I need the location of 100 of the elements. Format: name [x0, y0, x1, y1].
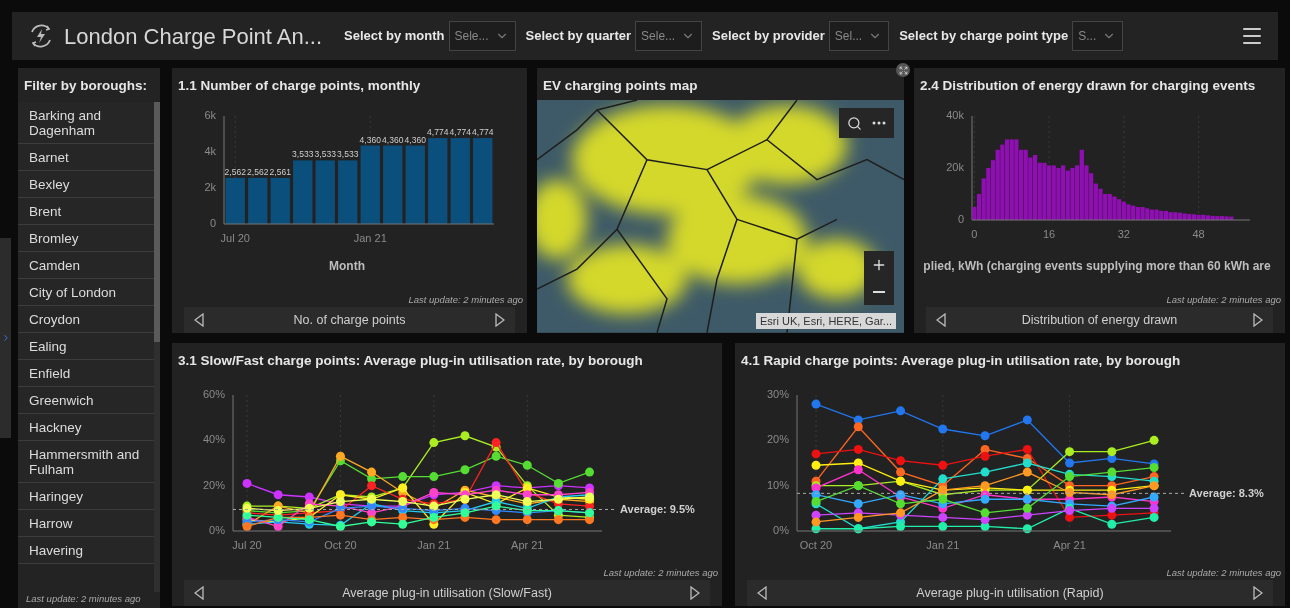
panel-title: 4.1 Rapid charge points: Average plug-in utilisation rate, by borough — [740, 352, 1182, 370]
value-label: 4,360 — [382, 134, 404, 145]
triangle-right-icon — [1253, 586, 1263, 600]
point — [896, 499, 906, 509]
value-label: 3,533 — [337, 149, 359, 160]
expand-button[interactable] — [896, 63, 910, 77]
point — [460, 465, 470, 475]
footer-label: Average plug-in utilisation (Slow/Fast) — [342, 584, 552, 602]
axis-label: Jan 21 — [926, 539, 960, 552]
point — [980, 467, 990, 477]
axis-label: Jan 21 — [417, 539, 451, 552]
triangle-left-icon — [936, 313, 946, 327]
axis-label: 32 — [1117, 228, 1130, 241]
axis-label: 20% — [202, 478, 225, 491]
next-button[interactable] — [1253, 313, 1263, 327]
search-button[interactable] — [847, 115, 862, 131]
axis-label: 60% — [202, 388, 225, 401]
point — [460, 431, 470, 441]
triangle-left-icon — [194, 586, 204, 600]
average-label: Average: 9.5% — [620, 503, 695, 516]
point — [1149, 463, 1159, 473]
next-button[interactable] — [1253, 586, 1263, 600]
point — [811, 517, 821, 527]
side-panel-toggle[interactable] — [0, 238, 11, 438]
last-update-text: Last update: 2 minutes ago — [1166, 292, 1281, 307]
point — [896, 456, 906, 466]
footer-label: Distribution of energy drawn — [1021, 311, 1178, 329]
point — [1022, 504, 1032, 514]
minus-icon — [873, 290, 885, 293]
next-button[interactable] — [690, 586, 700, 600]
axis-label: 0% — [209, 524, 225, 537]
triangle-right-icon — [690, 586, 700, 600]
filter-label: Select by quarter — [525, 27, 632, 46]
triangle-right-icon — [1253, 313, 1263, 327]
triangle-left-icon — [757, 586, 767, 600]
panel-title: 2.4 Distribution of energy drawn for charging events — [919, 77, 1257, 95]
chart-bar — [248, 178, 268, 225]
zoom-out-button[interactable] — [864, 278, 894, 305]
point — [853, 422, 863, 432]
previous-button[interactable] — [194, 586, 204, 600]
value-label: 3,533 — [314, 149, 336, 160]
axis-label: 10% — [766, 478, 789, 491]
map-attribution: Esri UK, Esri, HERE, Gar... — [755, 313, 896, 329]
axis-title: Month — [329, 259, 365, 274]
next-button[interactable] — [495, 313, 505, 327]
axis-label: 0 — [209, 217, 216, 230]
value-label: 2,562 — [247, 167, 269, 178]
point — [553, 515, 563, 525]
axis-label: Oct 20 — [324, 539, 357, 552]
panel-title: EV charging points map — [542, 77, 699, 95]
axis-label: Apr 21 — [511, 539, 544, 552]
axis-label: Apr 21 — [1053, 539, 1086, 552]
point — [367, 467, 377, 477]
axis-label: Jul 20 — [232, 539, 262, 552]
point — [896, 406, 906, 416]
more-button[interactable] — [872, 121, 886, 126]
chart-bar — [225, 178, 245, 225]
footer-label: No. of charge points — [293, 311, 406, 329]
ellipsis-icon — [872, 121, 886, 126]
point — [980, 495, 990, 505]
value-label: 4,774 — [472, 127, 494, 138]
value-label: 4,360 — [359, 134, 381, 145]
point — [938, 495, 948, 505]
point — [811, 461, 821, 471]
filter-dropdown[interactable]: Sele... — [635, 21, 703, 51]
filter-label: Select by provider — [712, 27, 825, 46]
point — [938, 513, 948, 523]
zoom-in-button[interactable] — [864, 251, 894, 278]
filter-dropdown[interactable]: Sele... — [448, 21, 516, 51]
axis-label: 0 — [971, 228, 978, 241]
point — [1149, 436, 1159, 446]
point — [811, 399, 821, 409]
point — [1149, 504, 1159, 514]
previous-button[interactable] — [936, 313, 946, 327]
axis-label: 20k — [946, 161, 964, 174]
point — [811, 449, 821, 459]
point — [1022, 458, 1032, 468]
previous-button[interactable] — [757, 586, 767, 600]
axis-label: 4k — [204, 145, 216, 158]
point — [1107, 447, 1117, 457]
axis-label: Jul 20 — [220, 232, 250, 245]
footer-label: Average plug-in utilisation (Rapid) — [916, 584, 1104, 602]
point — [1107, 467, 1117, 477]
point — [896, 522, 906, 532]
filter-dropdown[interactable]: S... — [1072, 21, 1124, 51]
point — [853, 499, 863, 509]
point — [853, 445, 863, 455]
point — [398, 519, 408, 529]
point — [1149, 513, 1159, 523]
panel-title: 1.1 Number of charge points, monthly — [177, 77, 422, 95]
previous-button[interactable] — [194, 313, 204, 327]
chevron-right-icon — [1, 333, 11, 343]
average-label: Average: 8.3% — [1189, 487, 1264, 500]
filter-dropdown[interactable]: Sel... — [828, 21, 890, 51]
point — [491, 515, 501, 525]
value-label: 2,562 — [224, 167, 246, 178]
axis-label: Oct 20 — [799, 539, 833, 552]
triangle-right-icon — [495, 313, 505, 327]
axis-label: 6k — [204, 109, 216, 122]
chart-bar — [270, 178, 290, 225]
